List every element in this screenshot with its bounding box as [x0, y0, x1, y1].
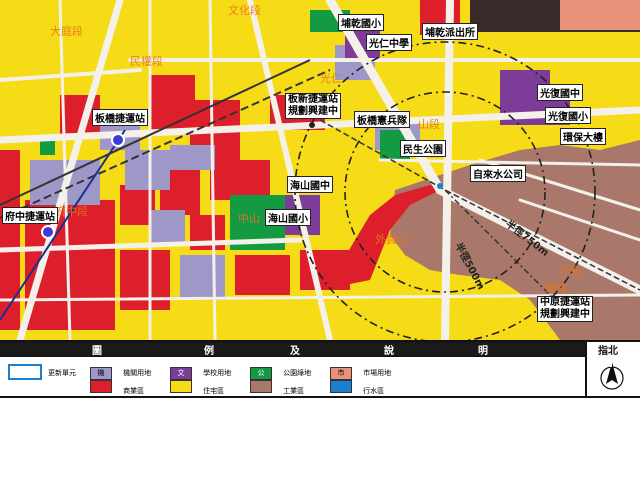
- legend-item-river: 行水區: [330, 378, 384, 397]
- legend-panel: 圖 例 及 說 明 指北 更新單元 機 機關用地 文 學校用地 公 公園綠地 市…: [0, 340, 640, 398]
- legend-item-school: 文 學校用地: [170, 360, 231, 380]
- legend-label-river: 行水區: [363, 387, 385, 395]
- legend-label-institutional: 機關用地: [123, 369, 152, 377]
- renewal-unit-swatch: [8, 364, 42, 380]
- legend-label-school: 學校用地: [203, 369, 232, 377]
- legend-item-market: 市 市場用地: [330, 360, 391, 380]
- legend-header-li: 例: [204, 346, 214, 357]
- legend-label-residential: 住宅區: [203, 387, 225, 395]
- legend-header-north: 指北: [598, 346, 618, 357]
- legend-label-market: 市場用地: [363, 369, 392, 377]
- legend-item-commercial: 商業區: [90, 378, 144, 397]
- legend-item-park: 公 公園綠地: [250, 360, 311, 380]
- swatch-river: [330, 380, 352, 393]
- swatch-residential: [170, 380, 192, 393]
- legend-header-tu: 圖: [92, 346, 102, 357]
- swatch-commercial: [90, 380, 112, 393]
- north-letter: N: [606, 360, 613, 369]
- market-top-right: [560, 0, 640, 30]
- legend-label-industrial: 工業區: [283, 387, 305, 395]
- renewal-unit-label: 更新單元: [48, 369, 76, 377]
- legend-item-institutional: 機 機關用地: [90, 360, 151, 380]
- legend-north-divider: [585, 342, 587, 398]
- legend-label-commercial: 商業區: [123, 387, 145, 395]
- legend-header-ming: 明: [478, 346, 488, 357]
- legend-header-shuo: 說: [384, 346, 394, 357]
- legend-header-ji: 及: [290, 346, 300, 357]
- legend-label-park: 公園綠地: [283, 369, 312, 377]
- legend-item-industrial: 工業區: [250, 378, 304, 397]
- swatch-industrial: [250, 380, 272, 393]
- legend-item-residential: 住宅區: [170, 378, 224, 397]
- zoning-map: [0, 0, 640, 344]
